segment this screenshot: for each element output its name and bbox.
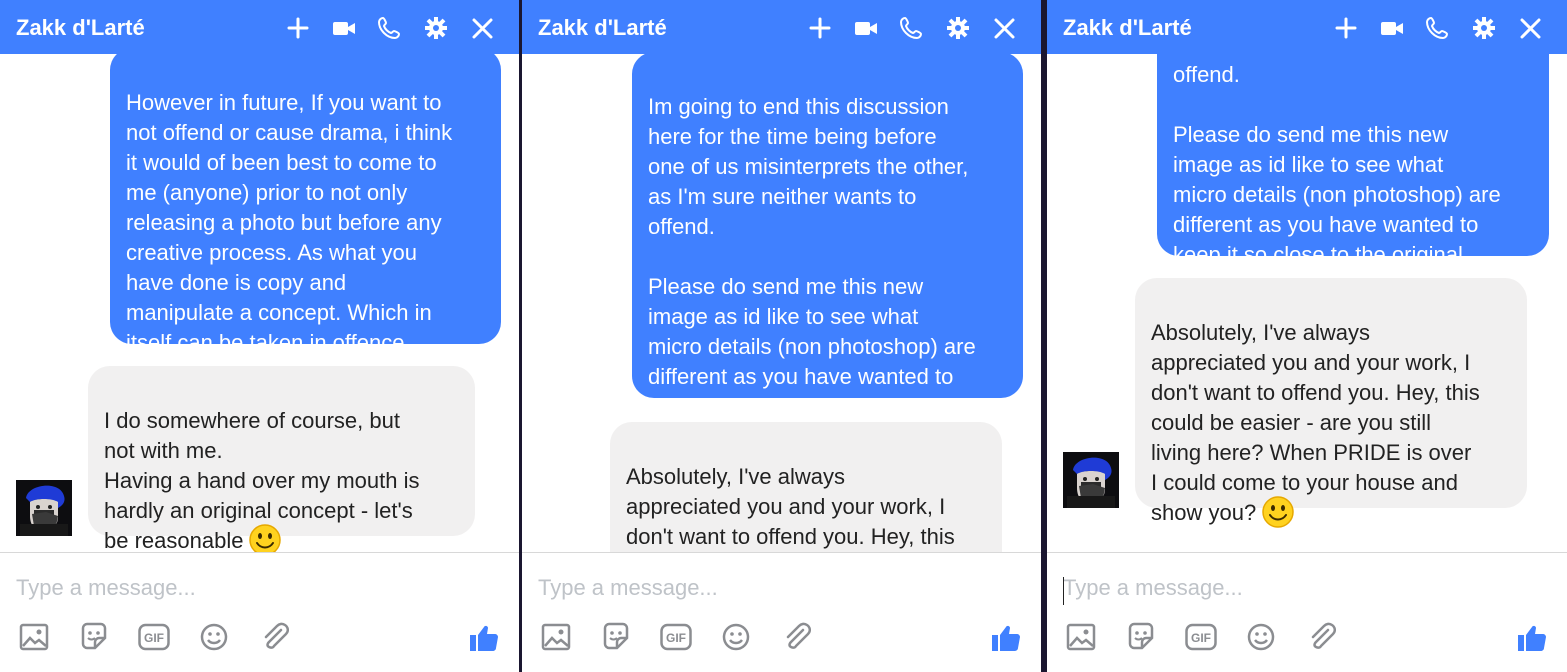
gif-icon[interactable]: GIF — [136, 619, 172, 655]
paperclip-icon[interactable] — [1303, 619, 1339, 655]
paperclip-icon[interactable] — [256, 619, 292, 655]
gif-icon[interactable]: GIF — [1183, 619, 1219, 655]
close-icon[interactable] — [1507, 12, 1553, 44]
avatar[interactable] — [1063, 452, 1119, 508]
smiley-emoji-icon — [249, 524, 282, 552]
gear-icon[interactable] — [413, 12, 459, 44]
like-icon[interactable] — [987, 619, 1023, 655]
emoji-icon[interactable] — [718, 619, 754, 655]
close-icon[interactable] — [459, 12, 505, 44]
text-caret — [1063, 577, 1064, 605]
smiley-emoji-icon — [1262, 496, 1295, 529]
gif-label: GIF — [144, 631, 164, 645]
message-text: Im going to end this discussion here for… — [648, 94, 976, 419]
sticker-icon[interactable] — [76, 619, 112, 655]
image-icon[interactable] — [16, 619, 52, 655]
incoming-message: Absolutely, I've always appreciated you … — [1135, 278, 1527, 529]
chat-window-2: Zakk d'Larté Im going to end this discus… — [522, 0, 1041, 672]
phone-icon[interactable] — [367, 12, 413, 44]
message-text: Absolutely, I've always appreciated you … — [626, 464, 955, 549]
outgoing-message: offend. Please do send me this new image… — [1157, 54, 1549, 267]
sticker-icon[interactable] — [1123, 619, 1159, 655]
image-icon[interactable] — [1063, 619, 1099, 655]
message-list[interactable]: offend. Please do send me this new image… — [1047, 54, 1567, 552]
phone-icon[interactable] — [1415, 12, 1461, 44]
message-input-placeholder: Type a message... — [1063, 575, 1243, 600]
avatar[interactable] — [16, 480, 72, 536]
chat-header: Zakk d'Larté — [1047, 0, 1567, 54]
chat-window-3: Zakk d'Larté offend. Please do send me t… — [1047, 0, 1567, 672]
outgoing-message: Im going to end this discussion here for… — [632, 54, 1023, 419]
message-input[interactable]: Type a message... — [538, 575, 1025, 609]
like-icon[interactable] — [465, 619, 501, 655]
emoji-icon[interactable] — [196, 619, 232, 655]
composer: Type a message... GIF — [1047, 552, 1567, 672]
video-camera-icon[interactable] — [843, 12, 889, 44]
message-input[interactable]: Type a message... — [16, 575, 503, 609]
like-icon[interactable] — [1513, 619, 1549, 655]
plus-icon[interactable] — [797, 12, 843, 44]
chat-title[interactable]: Zakk d'Larté — [1063, 15, 1192, 41]
chat-title[interactable]: Zakk d'Larté — [538, 15, 667, 41]
video-camera-icon[interactable] — [1369, 12, 1415, 44]
gif-label: GIF — [1191, 631, 1211, 645]
paperclip-icon[interactable] — [778, 619, 814, 655]
image-icon[interactable] — [538, 619, 574, 655]
message-text: Absolutely, I've always appreciated you … — [1151, 320, 1480, 525]
message-list[interactable]: Im going to end this discussion here for… — [522, 54, 1041, 552]
outgoing-message: However in future, If you want to not of… — [110, 54, 501, 355]
video-camera-icon[interactable] — [321, 12, 367, 44]
chat-header: Zakk d'Larté — [522, 0, 1041, 54]
gif-icon[interactable]: GIF — [658, 619, 694, 655]
message-input-placeholder: Type a message... — [16, 575, 196, 600]
message-text: However in future, If you want to not of… — [126, 90, 453, 355]
composer: Type a message... GIF — [522, 552, 1041, 672]
sticker-icon[interactable] — [598, 619, 634, 655]
chat-window-1: Zakk d'Larté However in future, If you w… — [0, 0, 519, 672]
incoming-message: I do somewhere of course, but not with m… — [88, 366, 475, 552]
gear-icon[interactable] — [1461, 12, 1507, 44]
chat-title[interactable]: Zakk d'Larté — [16, 15, 145, 41]
composer: Type a message... GIF — [0, 552, 519, 672]
message-input-placeholder: Type a message... — [538, 575, 718, 600]
incoming-message: Absolutely, I've always appreciated you … — [610, 422, 1002, 552]
message-list[interactable]: However in future, If you want to not of… — [0, 54, 519, 552]
message-input[interactable]: Type a message... — [1063, 575, 1551, 609]
phone-icon[interactable] — [889, 12, 935, 44]
close-icon[interactable] — [981, 12, 1027, 44]
message-text: offend. Please do send me this new image… — [1173, 62, 1501, 267]
gif-label: GIF — [666, 631, 686, 645]
emoji-icon[interactable] — [1243, 619, 1279, 655]
chat-header: Zakk d'Larté — [0, 0, 519, 54]
gear-icon[interactable] — [935, 12, 981, 44]
plus-icon[interactable] — [275, 12, 321, 44]
plus-icon[interactable] — [1323, 12, 1369, 44]
